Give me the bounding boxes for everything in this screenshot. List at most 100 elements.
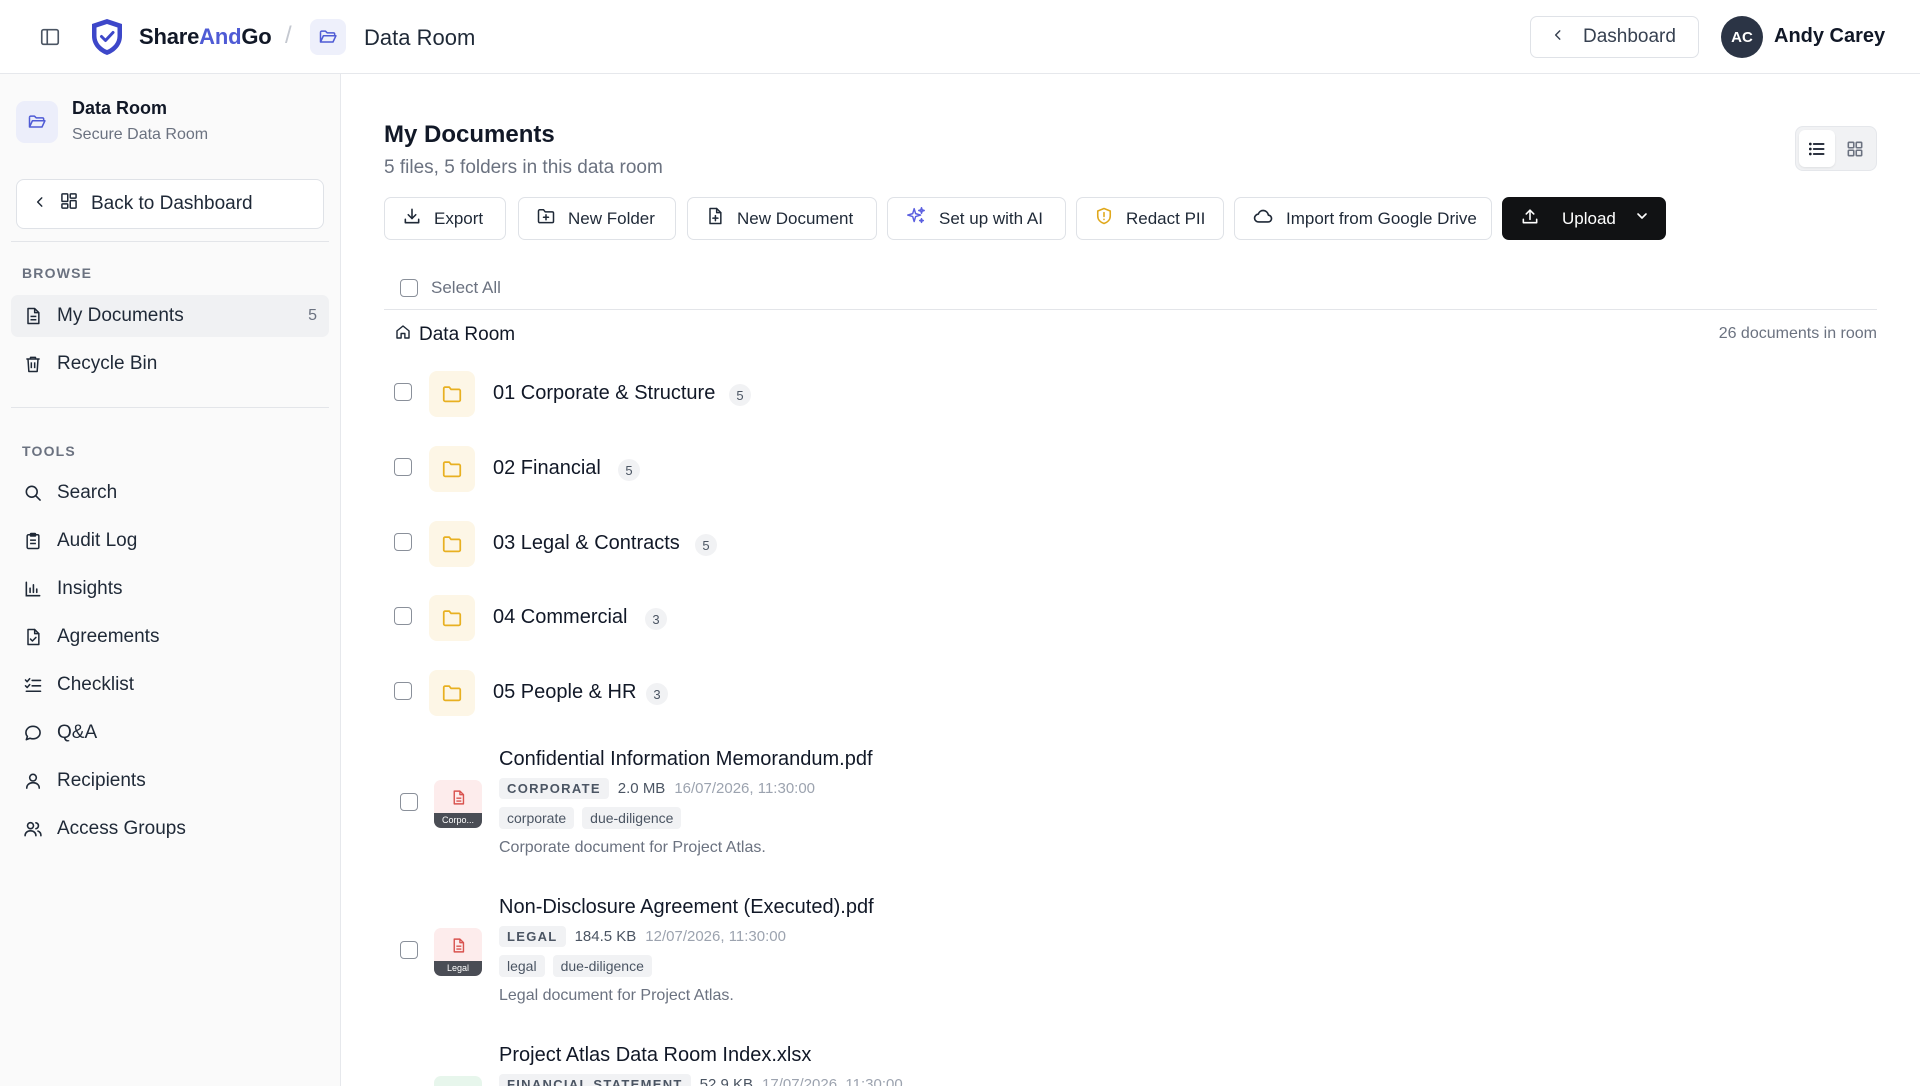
item-count-badge: 5 — [308, 307, 317, 324]
folder-icon — [429, 446, 475, 492]
row-checkbox[interactable] — [394, 383, 412, 401]
file-thumbnail-label: Legal — [434, 961, 482, 976]
row-checkbox[interactable] — [394, 458, 412, 476]
avatar[interactable]: AC — [1721, 16, 1763, 58]
divider — [11, 407, 329, 408]
folder-count-badge: 3 — [646, 683, 668, 705]
new-folder-button[interactable]: New Folder — [518, 197, 676, 240]
folder-count-badge: 5 — [729, 384, 751, 406]
row-checkbox[interactable] — [400, 793, 418, 811]
tag: legal — [499, 955, 545, 977]
users-icon — [22, 818, 44, 840]
sidebar-item-recycle-bin[interactable]: Recycle Bin — [11, 343, 329, 385]
import-google-drive-button[interactable]: Import from Google Drive — [1234, 197, 1492, 240]
folder-icon — [429, 371, 475, 417]
sidebar-item-search[interactable]: Search — [11, 472, 329, 514]
file-size: 2.0 MB — [617, 780, 666, 797]
tag: corporate — [499, 807, 575, 829]
document-row[interactable]: Project Atlas Data Room Index.xlsx FINAN… — [384, 1036, 1877, 1086]
sidebar-item-label: Recycle Bin — [57, 353, 158, 374]
row-checkbox[interactable] — [394, 607, 412, 625]
sidebar-item-label: Search — [57, 482, 118, 503]
folder-row[interactable]: 04 Commercial 3 — [384, 586, 1877, 648]
folder-row[interactable]: 05 People & HR 3 — [384, 661, 1877, 723]
folder-open-icon — [16, 101, 58, 143]
row-checkbox[interactable] — [394, 533, 412, 551]
select-all-checkbox[interactable] — [400, 279, 418, 297]
document-meta: LEGAL 184.5 KB 12/07/2026, 11:30:00 — [499, 926, 786, 947]
sidebar-item-label: My Documents — [57, 305, 184, 326]
search-icon — [22, 482, 44, 504]
pdf-file-icon: Corpo... — [434, 780, 482, 828]
back-to-dashboard-label: Back to Dashboard — [91, 193, 253, 214]
file-plus-icon — [705, 206, 725, 231]
document-meta: FINANCIAL STATEMENT 52.9 KB 17/07/2026, … — [499, 1074, 903, 1086]
grid-view-icon[interactable] — [1837, 130, 1873, 167]
export-button[interactable]: Export — [384, 197, 506, 240]
folder-name[interactable]: 03 Legal & Contracts — [493, 532, 680, 555]
folder-row[interactable]: 01 Corporate & Structure 5 — [384, 362, 1877, 424]
dashboard-button[interactable]: Dashboard — [1530, 16, 1699, 58]
new-document-button[interactable]: New Document — [687, 197, 877, 240]
sidebar-room-subtitle: Secure Data Room — [72, 126, 209, 143]
sidebar-item-agreements[interactable]: Agreements — [11, 616, 329, 658]
list-view-icon[interactable] — [1799, 130, 1835, 167]
document-description: Corporate document for Project Atlas. — [499, 839, 766, 856]
sparkles-icon — [905, 205, 927, 232]
sidebar-item-qa[interactable]: Q&A — [11, 712, 329, 754]
brand-name[interactable]: ShareAndGo — [139, 24, 272, 50]
sidebar-item-label: Checklist — [57, 674, 135, 695]
redact-pii-button[interactable]: Redact PII — [1076, 197, 1224, 240]
document-name[interactable]: Project Atlas Data Room Index.xlsx — [499, 1044, 811, 1067]
section-heading-browse: BROWSE — [22, 265, 93, 281]
folder-row[interactable]: 02 Financial 5 — [384, 437, 1877, 499]
sidebar-toggle-icon[interactable] — [37, 24, 63, 50]
folder-row[interactable]: 03 Legal & Contracts 5 — [384, 512, 1877, 574]
document-row[interactable]: Legal Non-Disclosure Agreement (Executed… — [384, 888, 1877, 1018]
breadcrumb[interactable]: Data Room — [394, 323, 515, 347]
sidebar-item-label: Audit Log — [57, 530, 138, 551]
new-document-button-label: New Document — [737, 208, 854, 228]
chevron-down-icon[interactable] — [1634, 208, 1650, 229]
file-check-icon — [22, 626, 44, 648]
sidebar-item-access-groups[interactable]: Access Groups — [11, 808, 329, 850]
sidebar-item-label: Insights — [57, 578, 123, 599]
sidebar-item-recipients[interactable]: Recipients — [11, 760, 329, 802]
select-all[interactable]: Select All — [400, 278, 501, 298]
sidebar-item-label: Recipients — [57, 770, 146, 791]
sidebar-item-label: Access Groups — [57, 818, 186, 839]
brand-name-part: Share — [139, 24, 200, 49]
back-to-dashboard-button[interactable]: Back to Dashboard — [16, 179, 324, 229]
folder-name[interactable]: 02 Financial — [493, 457, 601, 480]
user-name[interactable]: Andy Carey — [1774, 25, 1885, 48]
top-bar: ShareAndGo / Data Room Dashboard AC Andy… — [0, 0, 1920, 74]
document-name[interactable]: Confidential Information Memorandum.pdf — [499, 748, 873, 771]
folder-count-badge: 3 — [645, 608, 667, 630]
spreadsheet-file-icon — [434, 1076, 482, 1086]
sidebar-item-audit-log[interactable]: Audit Log — [11, 520, 329, 562]
clipboard-icon — [22, 530, 44, 552]
setup-with-ai-button[interactable]: Set up with AI — [887, 197, 1066, 240]
document-name[interactable]: Non-Disclosure Agreement (Executed).pdf — [499, 896, 874, 919]
file-date: 17/07/2026, 11:30:00 — [762, 1076, 903, 1086]
file-size: 184.5 KB — [574, 928, 637, 945]
document-row[interactable]: Corpo... Confidential Information Memora… — [384, 740, 1877, 870]
row-checkbox[interactable] — [400, 941, 418, 959]
redact-pii-button-label: Redact PII — [1126, 208, 1206, 228]
folder-name[interactable]: 05 People & HR — [493, 681, 636, 704]
section-subtitle: 5 files, 5 folders in this data room — [384, 157, 663, 178]
sidebar-item-my-documents[interactable]: My Documents 5 — [11, 295, 329, 337]
upload-button-label: Upload — [1562, 208, 1616, 228]
row-checkbox[interactable] — [394, 682, 412, 700]
sidebar-item-checklist[interactable]: Checklist — [11, 664, 329, 706]
folder-name[interactable]: 04 Commercial — [493, 606, 627, 629]
folder-name[interactable]: 01 Corporate & Structure — [493, 382, 715, 405]
sidebar-item-insights[interactable]: Insights — [11, 568, 329, 610]
dashboard-grid-icon — [59, 191, 79, 217]
folder-icon — [429, 595, 475, 641]
brand-name-part: Go — [241, 24, 272, 49]
section-title: My Documents — [384, 121, 555, 148]
upload-button[interactable]: Upload — [1502, 197, 1666, 240]
folder-count-badge: 5 — [618, 459, 640, 481]
section-heading-tools: TOOLS — [22, 443, 76, 459]
